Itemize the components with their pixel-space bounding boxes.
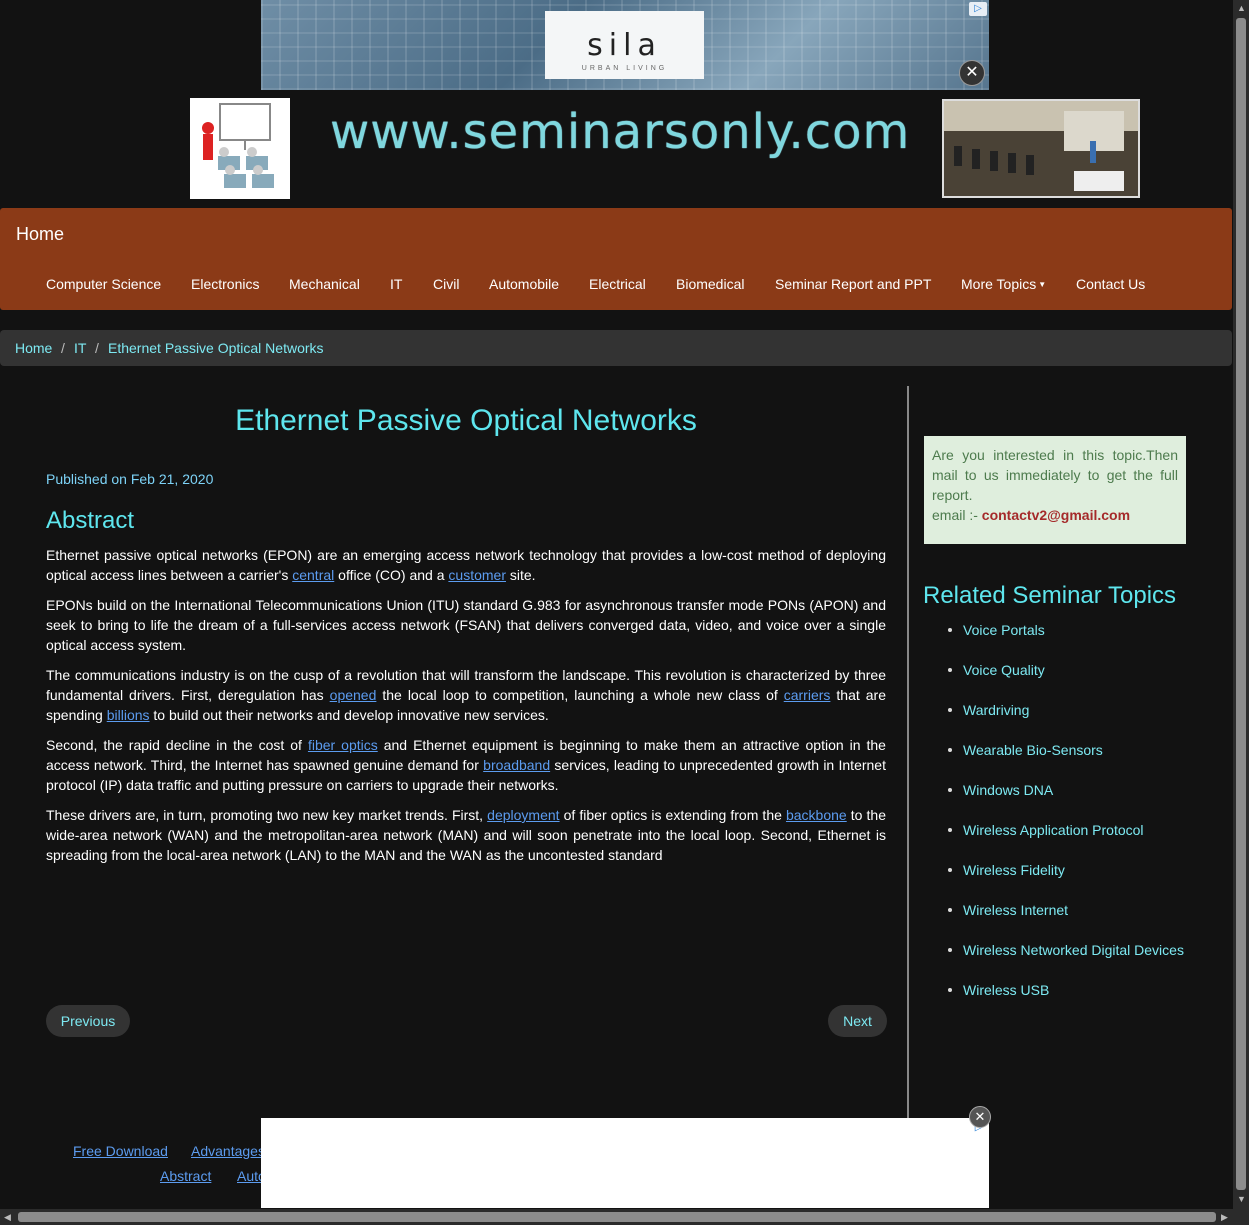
scroll-right-arrow-icon[interactable]: ▶ bbox=[1221, 1212, 1228, 1223]
footer-link-abstract[interactable]: Abstract bbox=[160, 1168, 211, 1184]
breadcrumb-separator: / bbox=[95, 340, 99, 356]
related-topic-link[interactable]: Wireless Application Protocol bbox=[944, 820, 1184, 860]
email-label: email :- bbox=[932, 507, 982, 523]
scroll-left-arrow-icon[interactable]: ◀ bbox=[4, 1212, 11, 1223]
published-date: Published on Feb 21, 2020 bbox=[46, 471, 214, 487]
column-divider bbox=[907, 386, 909, 1118]
link-customer[interactable]: customer bbox=[448, 567, 506, 583]
link-carriers[interactable]: carriers bbox=[784, 687, 831, 703]
link-backbone[interactable]: backbone bbox=[786, 807, 847, 823]
site-logo[interactable]: www.seminarsonly.com bbox=[330, 104, 910, 160]
related-topic-link[interactable]: Wireless USB bbox=[944, 980, 1184, 1020]
related-topics-list: Voice Portals Voice Quality Wardriving W… bbox=[944, 620, 1184, 1020]
link-opened[interactable]: opened bbox=[330, 687, 377, 703]
close-icon[interactable]: ✕ bbox=[959, 60, 985, 86]
close-icon[interactable]: ✕ bbox=[969, 1106, 991, 1128]
breadcrumb-home[interactable]: Home bbox=[15, 340, 52, 356]
nav-item-civil[interactable]: Civil bbox=[433, 276, 459, 292]
nav-item-more-topics-label: More Topics bbox=[961, 276, 1037, 292]
contact-email[interactable]: contactv2@gmail.com bbox=[982, 507, 1130, 523]
abstract-paragraph-1: Ethernet passive optical networks (EPON)… bbox=[46, 545, 886, 585]
nav-item-automobile[interactable]: Automobile bbox=[489, 276, 559, 292]
ad-brand-logo[interactable]: sila URBAN LIVING bbox=[545, 11, 704, 79]
nav-item-mechanical[interactable]: Mechanical bbox=[289, 276, 360, 292]
top-advertisement[interactable]: sila URBAN LIVING ▷ ✕ bbox=[261, 0, 989, 90]
page-title: Ethernet Passive Optical Networks bbox=[235, 404, 697, 437]
nav-item-it[interactable]: IT bbox=[390, 276, 402, 292]
horizontal-scrollbar-thumb[interactable] bbox=[18, 1212, 1216, 1222]
link-billions[interactable]: billions bbox=[107, 707, 150, 723]
nav-item-seminar-report-ppt[interactable]: Seminar Report and PPT bbox=[775, 276, 931, 292]
related-topics-heading: Related Seminar Topics bbox=[923, 582, 1177, 609]
nav-item-electrical[interactable]: Electrical bbox=[589, 276, 646, 292]
text: These drivers are, in turn, promoting tw… bbox=[46, 807, 488, 823]
scroll-up-arrow-icon[interactable]: ▲ bbox=[1237, 3, 1246, 13]
text: office (CO) and a bbox=[334, 567, 449, 583]
abstract-paragraph-4: Second, the rapid decline in the cost of… bbox=[46, 735, 886, 795]
nav-brand-home[interactable]: Home bbox=[16, 224, 64, 245]
link-deployment[interactable]: deployment bbox=[487, 807, 559, 823]
footer-link-free-download[interactable]: Free Download bbox=[73, 1143, 168, 1159]
nav-item-contact-us[interactable]: Contact Us bbox=[1076, 276, 1145, 292]
text: of fiber optics is extending from the bbox=[559, 807, 786, 823]
vertical-scrollbar-thumb[interactable] bbox=[1236, 18, 1246, 1190]
abstract-paragraph-2: EPONs build on the International Telecom… bbox=[46, 597, 886, 653]
breadcrumb-current: Ethernet Passive Optical Networks bbox=[108, 340, 324, 356]
related-topic-link[interactable]: Voice Quality bbox=[944, 660, 1184, 700]
text: the local loop to competition, launching… bbox=[376, 687, 784, 703]
link-fiber-optics[interactable]: fiber optics bbox=[308, 737, 378, 753]
breadcrumb-it[interactable]: IT bbox=[74, 340, 86, 356]
related-topic-link[interactable]: Wardriving bbox=[944, 700, 1184, 740]
nav-item-more-topics[interactable]: More Topics ▼ bbox=[961, 276, 1046, 292]
scroll-down-arrow-icon[interactable]: ▼ bbox=[1237, 1194, 1246, 1204]
text: site. bbox=[505, 567, 536, 583]
adchoices-icon[interactable]: ▷ bbox=[969, 2, 987, 16]
related-topic-link[interactable]: Wireless Fidelity bbox=[944, 860, 1184, 900]
related-topic-link[interactable]: Wireless Internet bbox=[944, 900, 1184, 940]
link-broadband[interactable]: broadband bbox=[483, 757, 550, 773]
related-topic-link[interactable]: Wearable Bio-Sensors bbox=[944, 740, 1184, 780]
abstract-heading: Abstract bbox=[46, 507, 135, 534]
header-seminar-photo bbox=[942, 99, 1140, 198]
contact-callout: Are you interested in this topic.Then ma… bbox=[924, 436, 1186, 544]
related-topic-link[interactable]: Windows DNA bbox=[944, 780, 1184, 820]
breadcrumb-separator: / bbox=[61, 340, 65, 356]
ad-logo-text: sila bbox=[587, 28, 662, 63]
bottom-advertisement[interactable]: ▷ bbox=[261, 1118, 989, 1208]
text: to build out their networks and develop … bbox=[149, 707, 549, 723]
nav-item-biomedical[interactable]: Biomedical bbox=[676, 276, 744, 292]
previous-button[interactable]: Previous bbox=[46, 1005, 130, 1037]
main-navbar bbox=[0, 208, 1232, 310]
breadcrumb: Home / IT / Ethernet Passive Optical Net… bbox=[0, 330, 1232, 366]
text: Second, the rapid decline in the cost of bbox=[46, 737, 308, 753]
nav-item-computer-science[interactable]: Computer Science bbox=[46, 276, 161, 292]
link-central[interactable]: central bbox=[292, 567, 334, 583]
ad-logo-tagline: URBAN LIVING bbox=[581, 65, 668, 72]
contact-text: Are you interested in this topic.Then ma… bbox=[932, 447, 1178, 503]
caret-down-icon: ▼ bbox=[1038, 280, 1047, 289]
footer-link-advantages[interactable]: Advantages bbox=[191, 1143, 265, 1159]
related-topic-link[interactable]: Voice Portals bbox=[944, 620, 1184, 660]
nav-item-electronics[interactable]: Electronics bbox=[191, 276, 259, 292]
related-topic-link[interactable]: Wireless Networked Digital Devices bbox=[944, 940, 1184, 980]
header-classroom-illustration bbox=[190, 98, 290, 199]
abstract-paragraph-3: The communications industry is on the cu… bbox=[46, 665, 886, 725]
next-button[interactable]: Next bbox=[828, 1005, 887, 1037]
abstract-paragraph-5: These drivers are, in turn, promoting tw… bbox=[46, 805, 886, 865]
